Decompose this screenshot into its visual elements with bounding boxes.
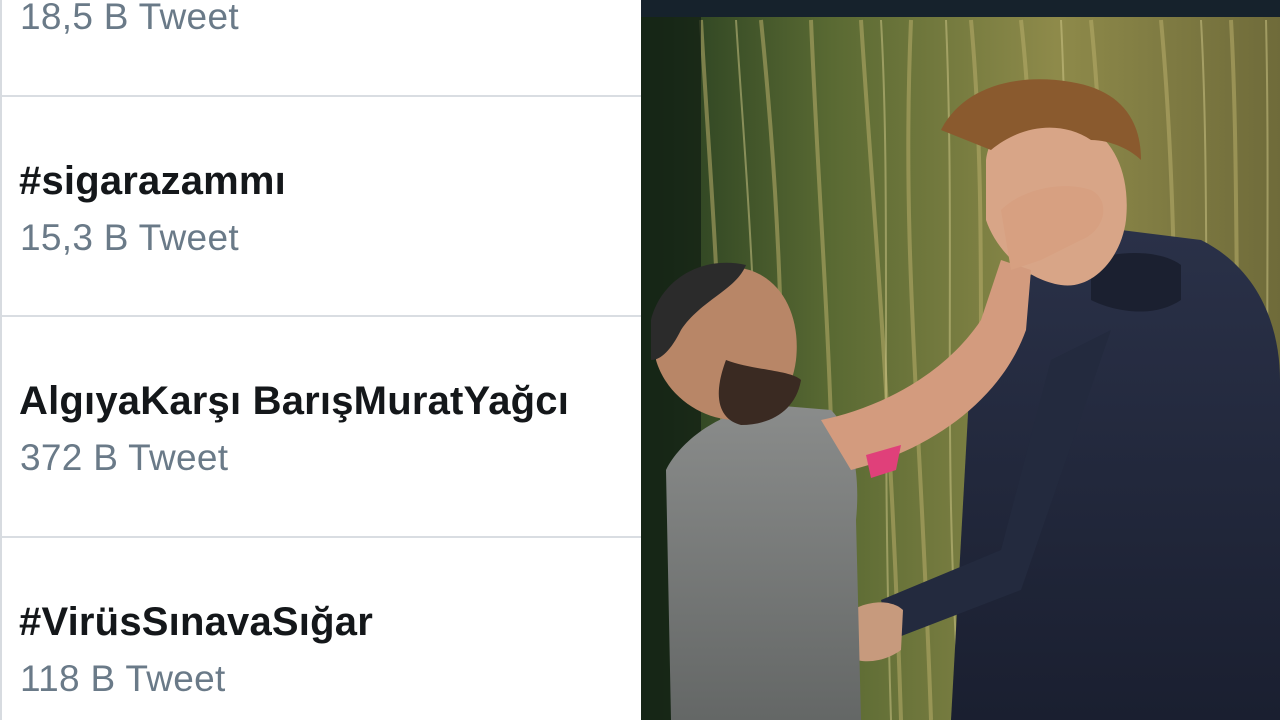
screen: 18,5 B Tweet #sigarazammı 15,3 B Tweet A…: [0, 0, 1280, 720]
photo-image: [641, 0, 1280, 720]
photo-illustration: [641, 0, 1280, 720]
trend-item[interactable]: AlgıyaKarşı BarışMuratYağcı 372 B Tweet: [2, 317, 643, 535]
trend-item[interactable]: 18,5 B Tweet: [2, 0, 643, 95]
trend-name: #VirüsSınavaSığar: [19, 600, 373, 644]
trend-item[interactable]: #VirüsSınavaSığar 118 B Tweet: [2, 538, 643, 720]
trend-name: AlgıyaKarşı BarışMuratYağcı: [19, 379, 570, 423]
trend-name: #sigarazammı: [19, 159, 286, 203]
trend-item[interactable]: #sigarazammı 15,3 B Tweet: [2, 97, 643, 315]
trends-list: 18,5 B Tweet #sigarazammı 15,3 B Tweet A…: [0, 0, 643, 720]
trend-tweet-count: 15,3 B Tweet: [20, 217, 239, 258]
trend-tweet-count: 18,5 B Tweet: [20, 0, 239, 37]
trend-tweet-count: 372 B Tweet: [20, 437, 229, 478]
trend-tweet-count: 118 B Tweet: [20, 658, 226, 699]
